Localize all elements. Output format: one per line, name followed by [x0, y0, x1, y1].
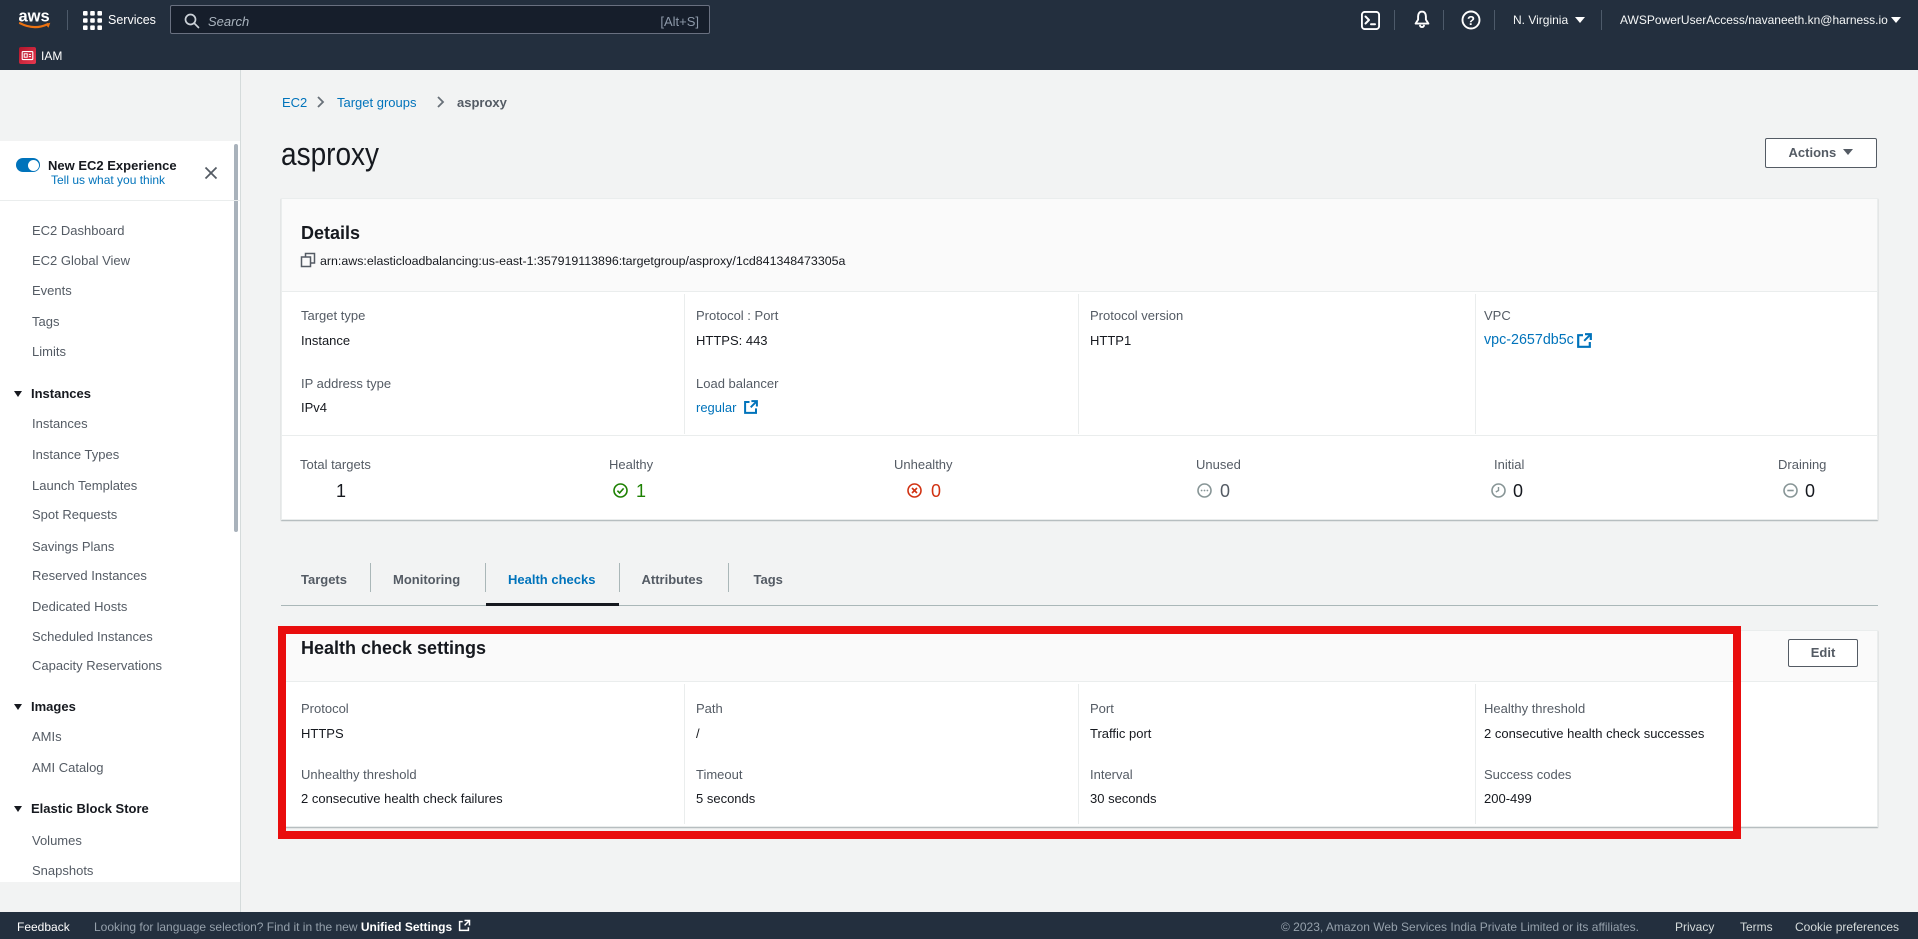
svg-text:?: ?: [1467, 13, 1475, 28]
svg-text:aws: aws: [19, 8, 50, 26]
